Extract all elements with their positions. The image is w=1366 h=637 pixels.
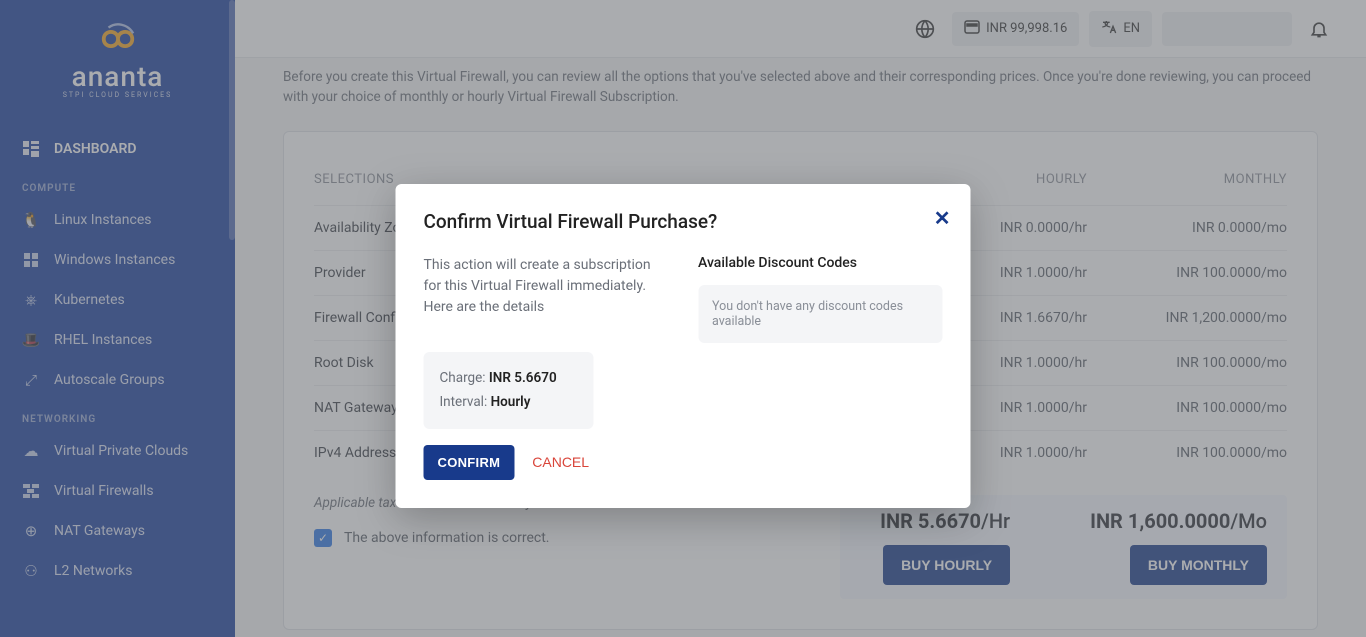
modal-description: This action will create a subscription f… xyxy=(424,255,669,318)
discount-codes-empty: You don't have any discount codes availa… xyxy=(698,285,943,343)
modal-title: Confirm Virtual Firewall Purchase? xyxy=(424,210,943,233)
cancel-button[interactable]: CANCEL xyxy=(532,454,589,470)
close-icon[interactable]: ✕ xyxy=(934,206,951,230)
confirm-purchase-modal: Confirm Virtual Firewall Purchase? ✕ Thi… xyxy=(396,184,971,508)
discount-codes-title: Available Discount Codes xyxy=(698,255,943,271)
confirm-button[interactable]: CONFIRM xyxy=(424,445,515,480)
charge-summary: Charge: INR 5.6670 Interval: Hourly xyxy=(424,352,594,429)
